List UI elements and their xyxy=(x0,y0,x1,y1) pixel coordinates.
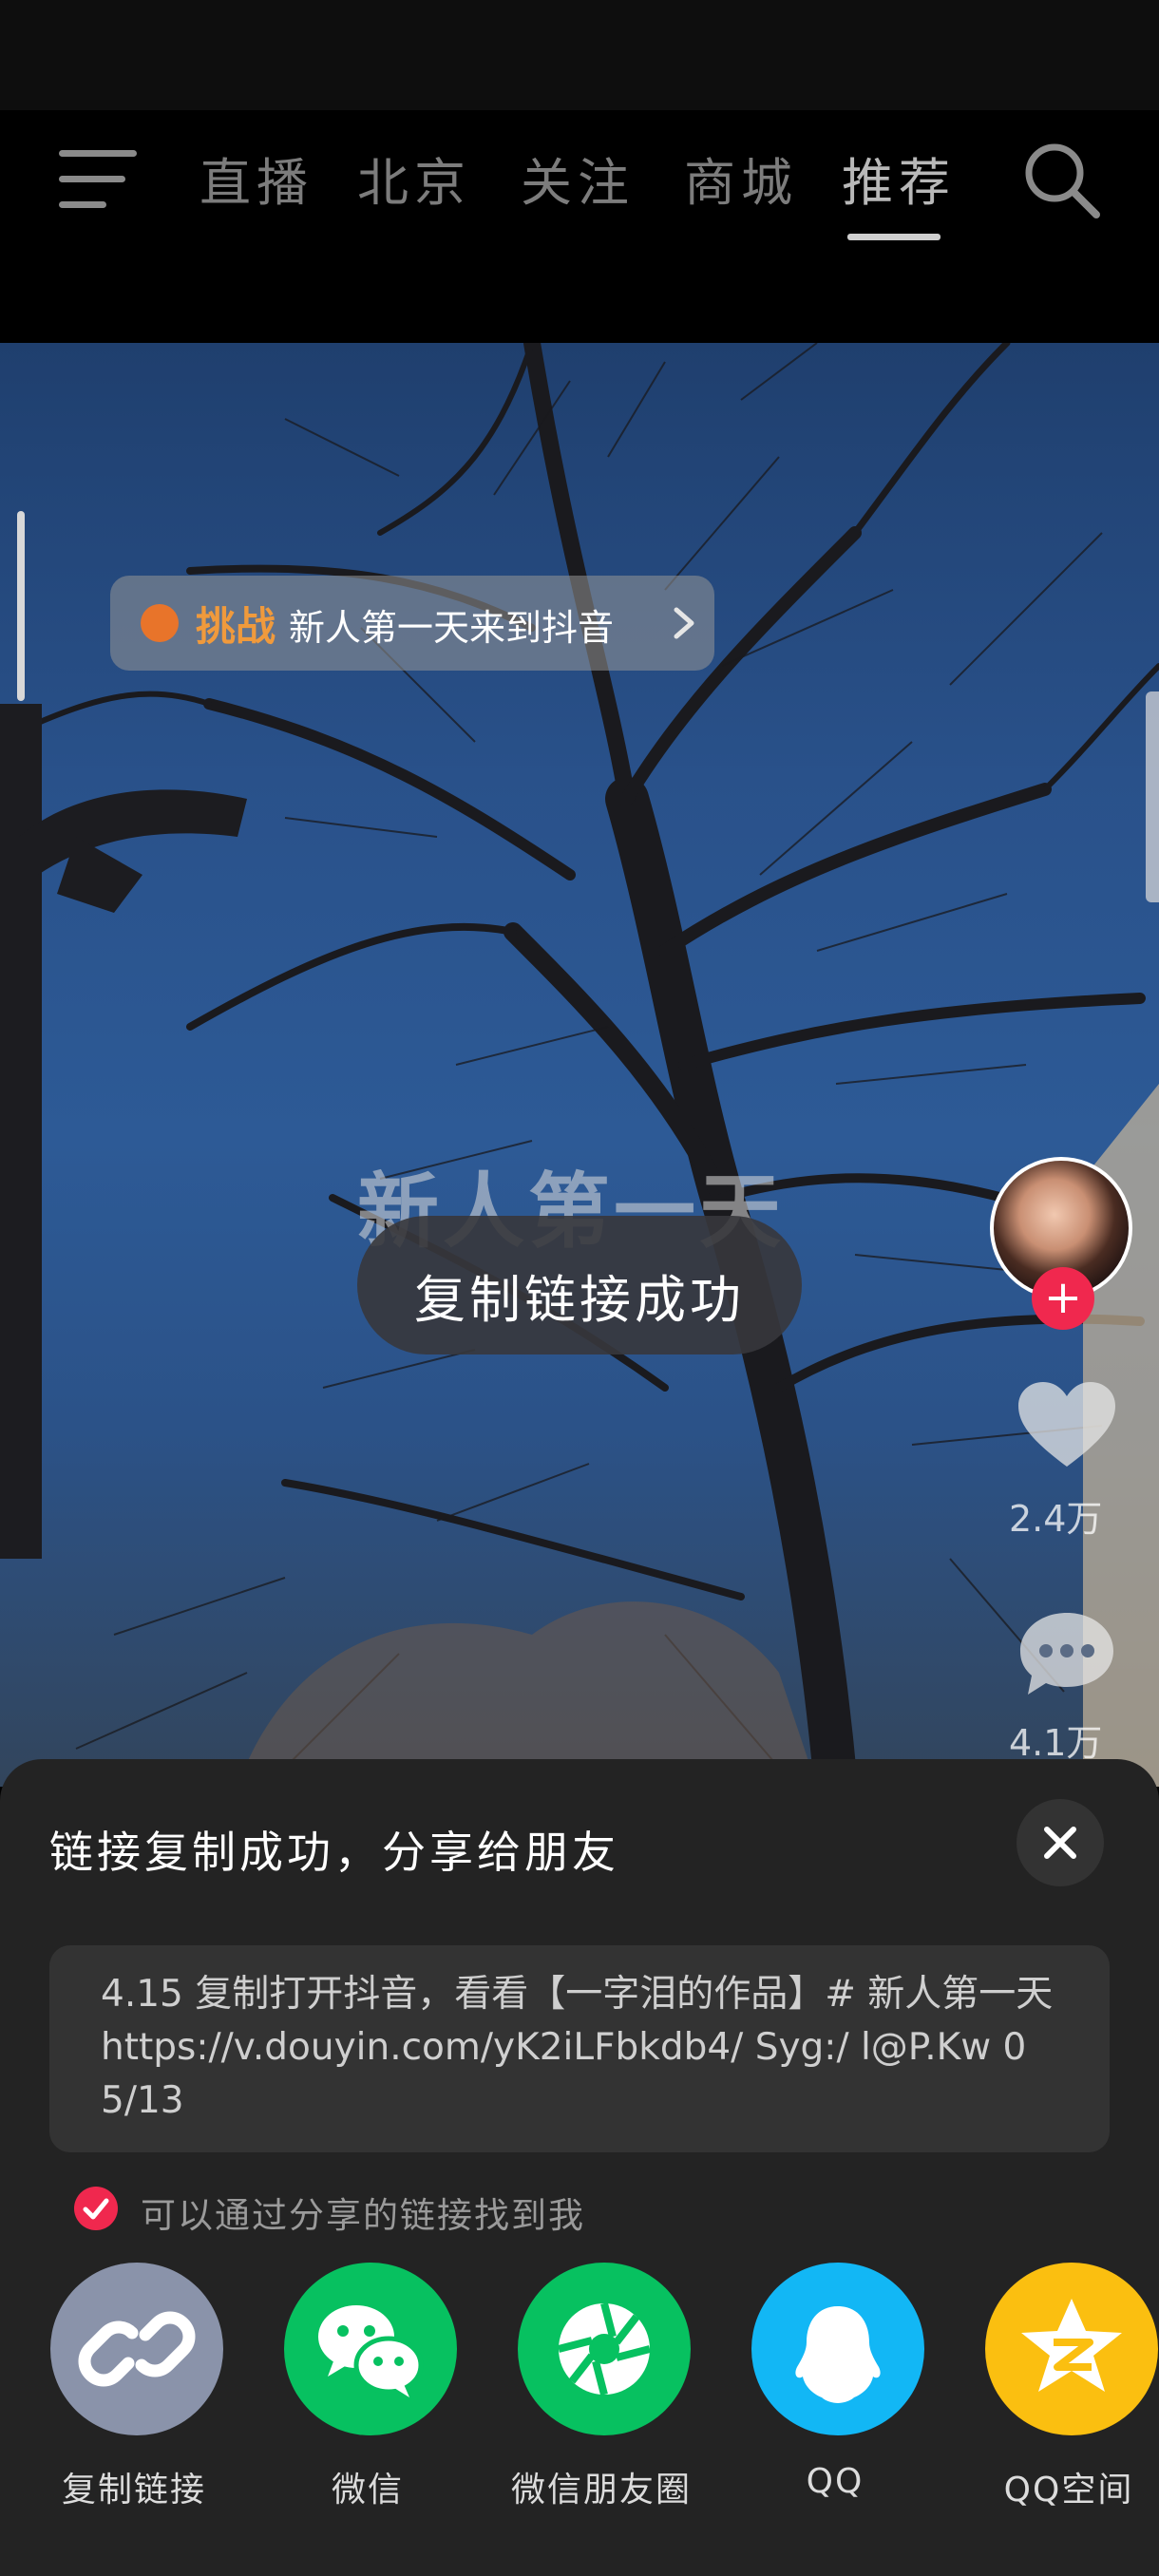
close-icon xyxy=(1044,1827,1076,1859)
active-tab-indicator xyxy=(847,234,940,240)
like-count: 2.4万 xyxy=(1009,1498,1103,1540)
heart-icon[interactable] xyxy=(1015,1379,1119,1474)
checkbox-label: 可以通过分享的链接找到我 xyxy=(141,2195,585,2236)
toast-message: 复制链接成功 xyxy=(357,1216,802,1354)
toast-text: 复制链接成功 xyxy=(414,1270,745,1330)
search-icon[interactable] xyxy=(1020,139,1104,222)
tab-recommend[interactable]: 推荐 xyxy=(842,141,956,216)
tab-following[interactable]: 关注 xyxy=(521,141,635,216)
challenge-tag[interactable]: 挑战 新人第一天来到抖音 xyxy=(110,576,714,671)
moments-icon xyxy=(518,2263,691,2435)
status-bar xyxy=(0,0,1159,110)
comment-icon[interactable] xyxy=(1015,1607,1119,1698)
menu-icon[interactable] xyxy=(59,150,137,209)
scroll-indicator xyxy=(17,511,25,701)
qq-icon xyxy=(751,2263,924,2435)
link-icon xyxy=(50,2263,223,2435)
share-link-text: 4.15 复制打开抖音，看看【一字泪的作品】# 新人第一天 https://v.… xyxy=(101,1973,1054,2122)
checkbox-find-me[interactable] xyxy=(74,2187,118,2230)
tree-branches xyxy=(0,343,1159,1787)
share-label: 复制链接 xyxy=(61,2471,206,2510)
share-label: QQ xyxy=(806,2462,864,2501)
check-icon xyxy=(83,2198,109,2220)
tab-beijing[interactable]: 北京 xyxy=(357,141,471,216)
share-label: 微信朋友圈 xyxy=(510,2471,692,2510)
qzone-icon xyxy=(985,2263,1158,2435)
share-sheet-title: 链接复制成功，分享给朋友 xyxy=(49,1827,619,1878)
tab-mall[interactable]: 商城 xyxy=(684,141,798,216)
tab-live[interactable]: 直播 xyxy=(200,141,314,216)
wechat-icon xyxy=(284,2263,457,2435)
challenge-text: 新人第一天来到抖音 xyxy=(289,607,615,649)
chevron-right-icon xyxy=(674,607,694,639)
challenge-label: 挑战 xyxy=(196,603,276,650)
share-label: 微信 xyxy=(331,2471,404,2510)
share-link-box[interactable]: 4.15 复制打开抖音，看看【一字泪的作品】# 新人第一天 https://v.… xyxy=(49,1945,1110,2152)
share-sheet: 链接复制成功，分享给朋友 4.15 复制打开抖音，看看【一字泪的作品】# 新人第… xyxy=(0,1759,1159,2576)
share-label: QQ空间 xyxy=(1003,2471,1134,2510)
video-player[interactable] xyxy=(0,343,1159,1787)
plus-icon: + xyxy=(1043,1271,1083,1324)
close-button[interactable] xyxy=(1016,1799,1104,1886)
side-edge-handle[interactable] xyxy=(1146,691,1159,902)
follow-button[interactable]: + xyxy=(1032,1267,1094,1330)
comment-count: 4.1万 xyxy=(1009,1722,1103,1764)
challenge-icon xyxy=(141,604,179,642)
